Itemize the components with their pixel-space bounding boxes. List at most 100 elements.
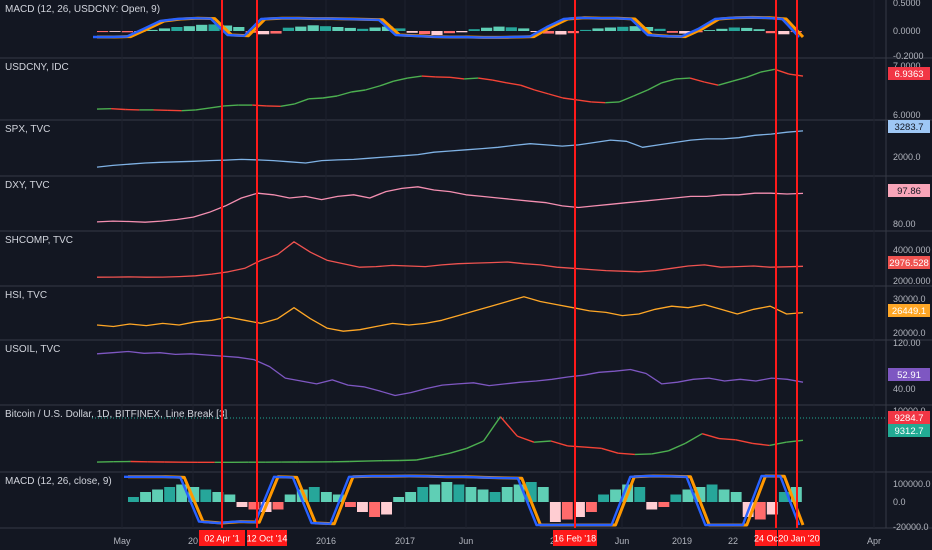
histogram-bar (200, 489, 212, 502)
histogram-bar (666, 31, 678, 33)
histogram-bar (592, 28, 604, 31)
price-tick-label: -0.2000 (893, 51, 924, 61)
date-marker-label: 24 Oc (754, 534, 779, 544)
series-segment (181, 109, 196, 112)
date-marker-label: 16 Feb '18 (554, 534, 596, 544)
histogram-bar (357, 28, 369, 31)
histogram-bar (706, 484, 718, 502)
histogram-bar (555, 31, 567, 35)
last-price-value: 9284.7 (894, 413, 923, 424)
histogram-bar (431, 31, 443, 35)
last-price-value: 52.91 (897, 370, 921, 381)
time-axis-label: Jun (615, 536, 630, 546)
histogram-bar (393, 497, 405, 502)
histogram-bar (140, 492, 151, 502)
date-marker-label: 02 Apr '1 (204, 534, 239, 544)
histogram-bar (505, 27, 517, 31)
histogram-bar (405, 492, 417, 502)
histogram-bar (567, 31, 579, 34)
histogram-bar (441, 482, 453, 502)
histogram-bar (481, 27, 493, 31)
time-axis-label: 20 (188, 536, 198, 546)
histogram-bar (617, 26, 629, 31)
series-segment (399, 459, 417, 462)
histogram-bar (753, 29, 765, 31)
pane-title: HSI, TVC (5, 290, 47, 301)
price-tick-label: 2000.0 (893, 152, 921, 162)
histogram-bar (586, 502, 597, 512)
histogram-bar (549, 502, 561, 522)
time-axis-label: Jun (459, 536, 474, 546)
pane-title: USDCNY, IDC (5, 62, 69, 73)
histogram-bar (128, 497, 139, 502)
time-axis-label: 22 (728, 536, 738, 546)
price-tick-label: 20000.0 (893, 328, 926, 338)
histogram-bar (282, 27, 294, 31)
series-segment (675, 77, 691, 80)
histogram-bar (417, 487, 429, 502)
histogram-bar (477, 489, 489, 502)
histogram-bar (236, 502, 248, 507)
histogram-bar (320, 492, 332, 502)
price-tick-label: 6.0000 (893, 110, 921, 120)
histogram-bar (718, 489, 730, 502)
histogram-bar (183, 26, 195, 31)
histogram-bar (224, 494, 236, 502)
histogram-bar (121, 31, 133, 33)
series-segment (111, 108, 126, 111)
histogram-bar (357, 502, 368, 512)
histogram-bar (716, 28, 728, 31)
histogram-bar (456, 31, 468, 33)
price-tick-label: 2000.000 (893, 276, 931, 286)
histogram-bar (406, 31, 418, 33)
histogram-bar (270, 31, 282, 34)
histogram-bar (284, 494, 296, 502)
histogram-bar (158, 28, 171, 31)
histogram-bar (778, 31, 790, 35)
histogram-bar (369, 502, 380, 517)
time-axis-label: 2016 (316, 536, 336, 546)
histogram-bar (233, 27, 245, 31)
time-axis-label: May (113, 536, 131, 546)
pane-title: SPX, TVC (5, 124, 50, 135)
histogram-bar (344, 27, 356, 31)
histogram-bar (741, 27, 753, 31)
series-segment (634, 453, 652, 456)
histogram-bar (730, 492, 742, 502)
series-segment (464, 77, 479, 80)
price-tick-label: 0.0000 (893, 26, 921, 36)
price-tick-label: 30000.0 (893, 294, 926, 304)
histogram-bar (580, 29, 592, 31)
last-price-value: 97.86 (897, 186, 921, 197)
histogram-bar (369, 27, 381, 31)
pane-title: MACD (12, 26, close, 9) (5, 476, 112, 487)
last-price-value: 6.9363 (894, 69, 923, 80)
histogram-bar (308, 487, 320, 502)
histogram-bar (307, 25, 319, 31)
date-marker-label: 12 Oct '14 (247, 534, 288, 544)
histogram-bar (598, 494, 609, 502)
histogram-bar (295, 26, 307, 31)
pane-title: SHCOMP, TVC (5, 235, 73, 246)
histogram-bar (501, 487, 513, 502)
histogram-bar (493, 26, 505, 31)
series-segment (591, 101, 606, 104)
histogram-bar (728, 27, 740, 31)
histogram-bar (468, 29, 480, 31)
histogram-bar (381, 502, 392, 515)
series-segment (421, 75, 436, 78)
histogram-bar (703, 30, 716, 31)
price-tick-label: 4000.000 (893, 245, 931, 255)
histogram-bar (152, 489, 163, 502)
price-tick-label: 120.00 (893, 338, 921, 348)
price-tick-label: 0.5000 (893, 0, 921, 8)
histogram-bar (196, 24, 208, 31)
pane-title: MACD (12, 26, USDCNY: Open, 9) (5, 4, 160, 15)
histogram-bar (319, 26, 332, 31)
histogram-bar (610, 489, 621, 502)
histogram-bar (419, 31, 431, 35)
series-segment (252, 104, 267, 107)
histogram-bar (109, 31, 121, 32)
histogram-bar (345, 502, 356, 507)
last-price-value-secondary: 9312.7 (894, 426, 923, 437)
